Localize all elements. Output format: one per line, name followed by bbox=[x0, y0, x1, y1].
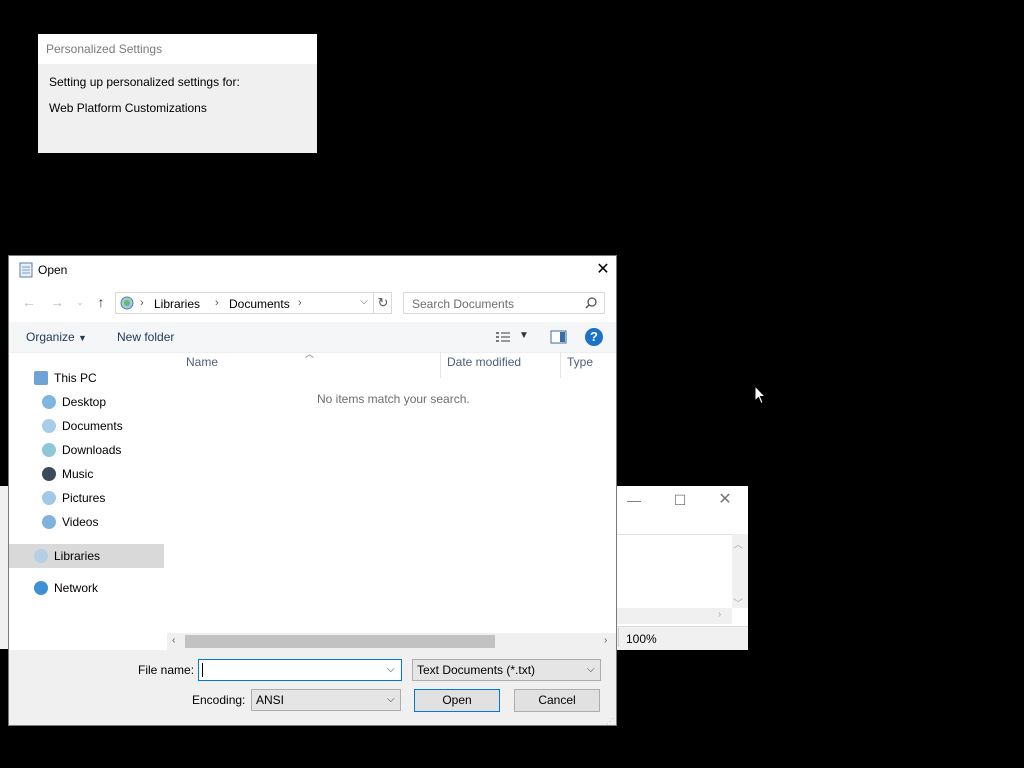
music-icon bbox=[42, 467, 56, 481]
library-icon bbox=[120, 296, 134, 310]
column-header-name[interactable]: Name bbox=[186, 355, 218, 369]
scroll-up-icon[interactable]: ︿ bbox=[733, 536, 743, 551]
encoding-select[interactable]: ANSI ⌵ bbox=[251, 689, 401, 711]
nav-item-label: Pictures bbox=[62, 491, 106, 505]
open-dialog: Open ✕ ← → ⌄ ↑ › Libraries › Documents ›… bbox=[8, 255, 617, 726]
scroll-down-icon[interactable]: ﹀ bbox=[733, 595, 743, 610]
dialog-title: Open bbox=[38, 263, 68, 277]
search-placeholder: Search Documents bbox=[412, 297, 515, 311]
scroll-left-icon[interactable]: ‹ bbox=[172, 635, 175, 646]
notepad-horizontal-scrollbar[interactable] bbox=[617, 608, 732, 624]
scrollbar-thumb[interactable] bbox=[185, 635, 495, 648]
chevron-right-icon[interactable]: › bbox=[215, 297, 219, 309]
chevron-down-icon[interactable]: ⌵ bbox=[357, 296, 371, 310]
file-type-select[interactable]: Text Documents (*.txt) ⌵ bbox=[412, 659, 601, 681]
personalized-settings-window: Personalized Settings Setting up persona… bbox=[38, 34, 317, 153]
file-list-horizontal-scrollbar[interactable]: ‹ › bbox=[167, 633, 616, 650]
chevron-right-icon[interactable]: › bbox=[140, 297, 144, 309]
mouse-pointer-icon bbox=[754, 385, 766, 405]
scroll-right-icon[interactable]: › bbox=[718, 609, 721, 620]
personalized-settings-message: Setting up personalized settings for: bbox=[49, 75, 240, 89]
cancel-button[interactable]: Cancel bbox=[514, 689, 600, 712]
open-button[interactable]: Open bbox=[414, 689, 500, 712]
organize-label: Organize bbox=[26, 330, 75, 344]
chevron-down-icon[interactable]: ⌵ bbox=[587, 664, 595, 675]
dialog-footer: File name: ⌵ Text Documents (*.txt) ⌵ En… bbox=[9, 650, 616, 726]
view-options-icon[interactable] bbox=[495, 330, 511, 344]
personalized-settings-title: Personalized Settings bbox=[38, 34, 317, 64]
organize-button[interactable]: Organize ▼ bbox=[26, 330, 87, 344]
encoding-label: Encoding: bbox=[192, 693, 246, 707]
encoding-value: ANSI bbox=[256, 693, 285, 707]
nav-item-label: Music bbox=[62, 467, 94, 481]
chevron-down-icon[interactable]: ⌵ bbox=[387, 664, 395, 675]
recent-locations-icon[interactable]: ⌄ bbox=[71, 293, 89, 311]
pictures-icon bbox=[42, 491, 56, 505]
chevron-down-icon[interactable]: ▼ bbox=[519, 330, 529, 341]
navigation-pane: This PC Desktop Documents Downloads Musi… bbox=[9, 353, 165, 643]
forward-arrow-icon[interactable]: → bbox=[48, 293, 66, 311]
address-bar[interactable]: › Libraries › Documents › ⌵ ↻ bbox=[115, 292, 392, 314]
downloads-icon bbox=[42, 443, 56, 457]
notepad-icon bbox=[19, 262, 33, 278]
file-name-label: File name: bbox=[138, 663, 195, 677]
nav-item-label: Downloads bbox=[62, 443, 122, 457]
personalized-settings-component: Web Platform Customizations bbox=[49, 101, 207, 115]
column-divider[interactable] bbox=[440, 352, 441, 378]
nav-item-label: This PC bbox=[54, 371, 97, 385]
nav-item-label: Videos bbox=[62, 515, 99, 529]
empty-results-message: No items match your search. bbox=[317, 392, 470, 406]
file-name-input[interactable]: ⌵ bbox=[198, 659, 402, 681]
computer-icon bbox=[34, 371, 48, 385]
nav-item-label: Desktop bbox=[62, 395, 107, 409]
sort-ascending-icon: ︿ bbox=[305, 349, 315, 359]
close-icon[interactable]: ✕ bbox=[715, 490, 735, 510]
chevron-down-icon: ▼ bbox=[78, 333, 87, 343]
column-header-date-modified[interactable]: Date modified bbox=[447, 355, 521, 369]
maximize-icon[interactable]: ☐ bbox=[670, 490, 690, 510]
text-caret bbox=[202, 663, 203, 677]
chevron-down-icon[interactable]: ⌵ bbox=[387, 694, 395, 705]
resize-grip-icon[interactable]: ⋰ bbox=[606, 717, 614, 726]
help-icon[interactable]: ? bbox=[585, 328, 603, 346]
network-icon bbox=[34, 581, 48, 595]
new-folder-button[interactable]: New folder bbox=[117, 330, 174, 344]
videos-icon bbox=[42, 515, 56, 529]
breadcrumb-libraries[interactable]: Libraries bbox=[154, 297, 200, 311]
nav-item-label: Libraries bbox=[54, 549, 101, 563]
column-header-type[interactable]: Type bbox=[567, 355, 593, 369]
notepad-text-area[interactable] bbox=[617, 534, 732, 609]
nav-item-label: Network bbox=[54, 581, 99, 595]
status-divider bbox=[618, 628, 619, 647]
desktop-icon bbox=[42, 395, 56, 409]
search-icon[interactable] bbox=[584, 296, 598, 310]
scroll-right-icon[interactable]: › bbox=[604, 635, 607, 646]
back-arrow-icon[interactable]: ← bbox=[20, 293, 38, 311]
library-icon bbox=[34, 549, 48, 563]
refresh-icon[interactable]: ↻ bbox=[373, 293, 392, 313]
preview-pane-icon[interactable] bbox=[550, 330, 567, 344]
breadcrumb-documents[interactable]: Documents bbox=[229, 297, 290, 311]
search-input[interactable]: Search Documents bbox=[403, 292, 605, 314]
chevron-right-icon[interactable]: › bbox=[298, 297, 302, 309]
zoom-level: 100% bbox=[626, 632, 657, 646]
column-divider[interactable] bbox=[560, 352, 561, 378]
close-icon[interactable]: ✕ bbox=[593, 260, 613, 280]
minimize-icon[interactable]: — bbox=[624, 490, 644, 510]
file-type-value: Text Documents (*.txt) bbox=[417, 663, 536, 677]
up-arrow-icon[interactable]: ↑ bbox=[92, 293, 110, 311]
documents-icon bbox=[42, 419, 56, 433]
nav-item-label: Documents bbox=[62, 419, 123, 433]
